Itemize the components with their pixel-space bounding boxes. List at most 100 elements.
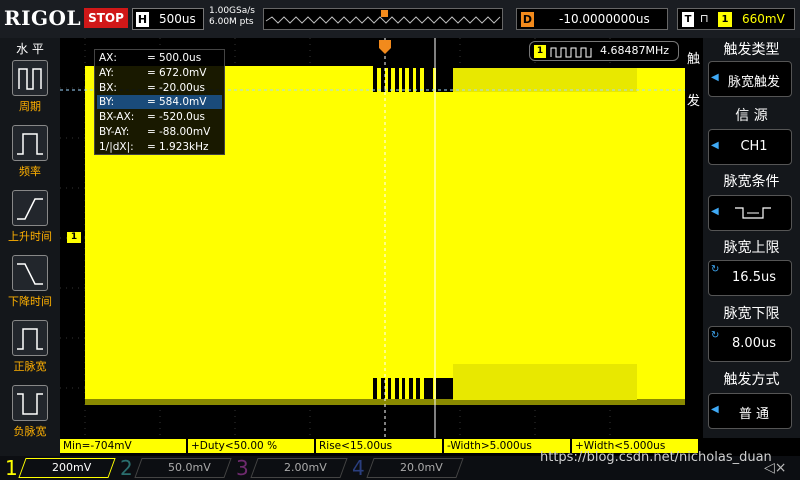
width-condition-icon (735, 207, 771, 219)
counter-value: 4.68487MHz (600, 44, 670, 57)
timebase-value: 500us (159, 12, 196, 26)
cursor-row-name: BX: (99, 81, 117, 94)
source-value: CH1 (740, 139, 768, 154)
trigger-position-marker[interactable] (379, 40, 391, 54)
cursor-row: BX: = -20.00us (97, 81, 222, 95)
sweep-mode-selector[interactable]: ◀ 普 通 (708, 393, 792, 429)
fall-time-icon (17, 263, 43, 285)
width-condition-title: 脉宽条件 (723, 174, 780, 190)
trigger-level: 660mV (742, 12, 785, 26)
sample-rate-info: 1.00GSa/s 6.00M pts (209, 6, 255, 28)
cursor-row: AY: = 672.0mV (97, 66, 222, 80)
ch1-number: 1 (5, 456, 18, 480)
trigger-box[interactable]: T ⊓ 1 660mV (677, 8, 795, 30)
cursor-row-value: 1.923kHz (159, 140, 209, 153)
fall-time-label: 下降时间 (8, 295, 52, 308)
memory-depth: 6.00M pts (209, 17, 254, 27)
cursor-row: BX-AX: = -520.0us (97, 110, 222, 124)
sweep-mode-title: 触发方式 (723, 372, 780, 388)
negative-width-label: 负脉宽 (13, 425, 47, 438)
ch3-number: 3 (236, 456, 249, 480)
width-upper-title: 脉宽上限 (723, 240, 780, 256)
overview-waveform-icon (265, 10, 501, 24)
counter-pulse-icon (550, 47, 592, 58)
cursor-row-value: -520.0us (159, 111, 205, 124)
cursor-row-value: -20.00us (159, 81, 205, 94)
cursor-row-eq: = (147, 140, 156, 153)
positive-width-button[interactable] (12, 320, 48, 356)
sample-rate: 1.00GSa/s (209, 6, 255, 16)
delay-box[interactable]: D -10.0000000us (516, 8, 668, 30)
pulse-trigger-icon: ⊓ (700, 12, 709, 25)
cursor-row-value: 672.0mV (159, 66, 207, 79)
sweep-mode-value: 普 通 (738, 407, 770, 422)
cursor-row-name: AX: (99, 52, 117, 64)
trigger-key: T (682, 12, 694, 27)
cursor-row-eq: = (147, 96, 156, 109)
source-selector[interactable]: ◀ CH1 (708, 129, 792, 165)
trigger-type-selector[interactable]: ◀ 脉宽触发 (708, 61, 792, 97)
frequency-label: 频率 (19, 165, 41, 178)
ch3-scale: 2.00mV (284, 461, 327, 474)
delay-value: -10.0000000us (559, 12, 650, 26)
period-label: 周期 (19, 100, 41, 113)
cursor-row-eq: = (147, 66, 156, 79)
frequency-icon (17, 133, 43, 155)
ch1-offset-marker[interactable]: 1 (67, 232, 81, 243)
cursor-row-value: -88.00mV (159, 126, 211, 138)
left-arrow-icon: ◀ (711, 404, 719, 415)
cursor-row-value: 584.0mV (159, 96, 207, 109)
ch2-number: 2 (120, 456, 133, 480)
measurement-min[interactable]: Min=-704mV (60, 439, 186, 453)
rise-time-icon (17, 198, 43, 220)
cursor-row-eq: = (147, 52, 156, 64)
run-stop-status[interactable]: STOP (84, 8, 128, 28)
delay-key: D (521, 12, 534, 27)
top-status-bar: RIGOL STOP H 500us 1.00GSa/s 6.00M pts D… (0, 0, 800, 38)
fall-time-button[interactable] (12, 255, 48, 291)
horizontal-menu-title: 水 平 (16, 42, 44, 56)
watermark: https://blog.csdn.net/nicholas_duan (540, 450, 772, 465)
trigger-side-char-2: 发 (687, 94, 701, 109)
cursor-row-eq: = (147, 111, 156, 124)
cursor-row-name: BY-AY: (99, 126, 130, 138)
cursor-row: 1/|dX|: = 1.923kHz (97, 140, 222, 154)
width-upper-input[interactable]: ↻ 16.5us (708, 260, 792, 296)
left-arrow-icon: ◀ (711, 72, 719, 83)
cursor-row-eq: = (147, 126, 156, 138)
measurement-duty[interactable]: +Duty<50.00 % (188, 439, 314, 453)
waveform-display[interactable]: AX: = 500.0us AY: = 672.0mV BX: = -20.00us BY: = 58… (60, 38, 685, 438)
frequency-counter[interactable]: 1 4.68487MHz (529, 41, 679, 61)
cursor-row-eq: = (147, 81, 156, 94)
cursor-row: AX: = 500.0us (97, 51, 222, 65)
rigol-logo: RIGOL (4, 6, 82, 30)
rise-time-button[interactable] (12, 190, 48, 226)
ch1-scale: 200mV (52, 461, 92, 474)
cursor-row-name: BY: (99, 96, 115, 109)
width-lower-title: 脉宽下限 (723, 306, 780, 322)
left-arrow-icon: ◀ (711, 206, 719, 217)
cursor-row-name: BX-AX: (99, 111, 135, 124)
counter-channel: 1 (534, 45, 546, 58)
measurement-rise[interactable]: Rise<15.00us (316, 439, 442, 453)
ch2-scale: 50.0mV (168, 461, 211, 474)
frequency-button[interactable] (12, 125, 48, 161)
rise-time-label: 上升时间 (8, 230, 52, 243)
timebase-key: H (136, 12, 149, 27)
negative-width-icon (17, 393, 43, 415)
trigger-menu: 触发类型 ◀ 脉宽触发 信 源 ◀ CH1 脉宽条件 ◀ 脉宽上限 ↻ 16.5… (703, 38, 800, 438)
ch4-scale: 20.0mV (400, 461, 443, 474)
left-arrow-icon: ◀ (711, 140, 719, 151)
period-button[interactable] (12, 60, 48, 96)
source-title: 信 源 (735, 108, 768, 124)
ch4-number: 4 (352, 456, 365, 480)
cursor-row-value: 500.0us (159, 52, 202, 64)
width-condition-selector[interactable]: ◀ (708, 195, 792, 231)
timebase-box[interactable]: H 500us (132, 8, 204, 30)
negative-width-button[interactable] (12, 385, 48, 421)
cursor-row: BY: = 584.0mV (97, 95, 222, 110)
trigger-side-label: 触 发 (685, 38, 703, 438)
width-lower-input[interactable]: ↻ 8.00us (708, 326, 792, 362)
cursor-row-name: AY: (99, 66, 114, 79)
trigger-type-title: 触发类型 (723, 42, 780, 58)
